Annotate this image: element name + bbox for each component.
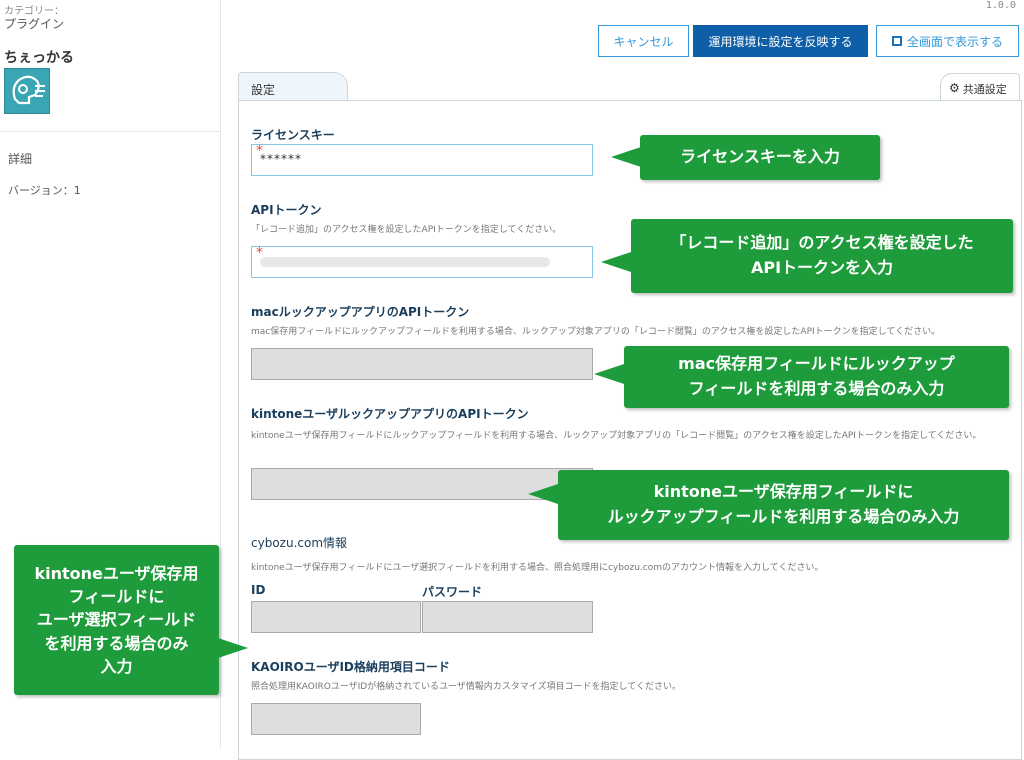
sidebar-divider (0, 131, 220, 132)
api-token-input[interactable]: * (251, 245, 593, 278)
callout-mac: mac保存用フィールドにルックアップ フィールドを利用する場合のみ入力 (624, 346, 1009, 408)
license-input[interactable]: * ****** (251, 143, 593, 176)
callout-cybozu-line4: を利用する場合のみ (44, 633, 189, 653)
tab-common-settings[interactable]: ⚙ 共通設定 (940, 73, 1020, 101)
callout-kintone-line2: ルックアップフィールドを利用する場合のみ入力 (607, 507, 960, 526)
callout-cybozu: kintoneユーザ保存用 フィールドに ユーザ選択フィールド を利用する場合の… (14, 545, 219, 695)
callout-arrow (611, 147, 641, 167)
gear-icon: ⚙ (949, 81, 960, 95)
callout-cybozu-line2: フィールドに (68, 587, 165, 607)
kintone-lookup-desc: kintoneユーザ保存用フィールドにルックアップフィールドを利用する場合、ルッ… (251, 431, 982, 441)
password-input[interactable] (422, 601, 593, 633)
version-text: バージョン：1 (8, 184, 81, 197)
category-value: プラグイン (4, 17, 65, 31)
plugin-name: ちぇっかる (4, 50, 74, 66)
detail-link[interactable]: 詳細 (8, 150, 32, 167)
callout-mac-line2: フィールドを利用する場合のみ入力 (688, 379, 945, 398)
id-input[interactable] (251, 601, 421, 633)
mac-lookup-desc: mac保存用フィールドにルックアップフィールドを利用する場合、ルックアップ対象ア… (251, 327, 941, 337)
kintone-lookup-label: kintoneユーザルックアップアプリのAPIトークン (251, 407, 529, 421)
api-token-label: APIトークン (251, 203, 322, 217)
api-token-desc: 「レコード追加」のアクセス権を設定したAPIトークンを指定してください。 (251, 225, 562, 235)
callout-cybozu-line5: 入力 (100, 656, 133, 676)
cybozu-label: cybozu.com情報 (251, 536, 348, 550)
cybozu-desc: kintoneユーザ保存用フィールドにユーザ選択フィールドを利用する場合、照合処… (251, 563, 824, 573)
apply-button[interactable]: 運用環境に設定を反映する (693, 25, 868, 57)
callout-cybozu-line3: ユーザ選択フィールド (36, 610, 197, 630)
kaoiro-input[interactable] (251, 703, 421, 735)
fullscreen-label: 全画面で表示する (906, 34, 1003, 49)
fullscreen-icon (891, 36, 902, 46)
version-number: 1.0.0 (985, 0, 1016, 11)
callout-kintone-line1: kintoneユーザ保存用フィールドに (653, 482, 914, 502)
callout-license-text: ライセンスキーを入力 (680, 147, 840, 167)
callout-arrow (218, 638, 248, 658)
blurred-token (260, 257, 550, 267)
fullscreen-button[interactable]: 全画面で表示する (876, 25, 1019, 57)
license-value: ****** (260, 152, 302, 166)
callout-arrow (528, 484, 558, 504)
kaoiro-label: KAOIROユーザID格納用項目コード (251, 660, 450, 674)
callout-license: ライセンスキーを入力 (640, 135, 880, 180)
callout-kintone: kintoneユーザ保存用フィールドに ルックアップフィールドを利用する場合のみ… (558, 470, 1009, 540)
callout-mac-line1: mac保存用フィールドにルックアップ (678, 354, 955, 374)
plugin-logo-icon (4, 68, 50, 114)
cancel-button[interactable]: キャンセル (598, 25, 689, 57)
id-label: ID (251, 583, 266, 597)
callout-api-line1: 「レコード追加」のアクセス権を設定した (670, 233, 974, 253)
kaoiro-desc: 照合処理用KAOIROユーザIDが格納されているユーザ情報内カスタマイズ項目コー… (251, 682, 681, 692)
license-label: ライセンスキー (251, 128, 335, 142)
callout-arrow (594, 364, 624, 384)
callout-arrow (601, 252, 631, 272)
tab-common-label: 共通設定 (962, 83, 1007, 96)
callout-api-line2: APIトークンを入力 (750, 258, 894, 277)
callout-cybozu-line1: kintoneユーザ保存用 (34, 564, 199, 584)
password-label: パスワード (422, 585, 483, 599)
tab-settings[interactable]: 設定 (238, 72, 348, 100)
mac-lookup-input[interactable] (251, 348, 593, 380)
mac-lookup-label: macルックアップアプリのAPIトークン (251, 305, 470, 319)
callout-api: 「レコード追加」のアクセス権を設定した APIトークンを入力 (631, 219, 1013, 293)
